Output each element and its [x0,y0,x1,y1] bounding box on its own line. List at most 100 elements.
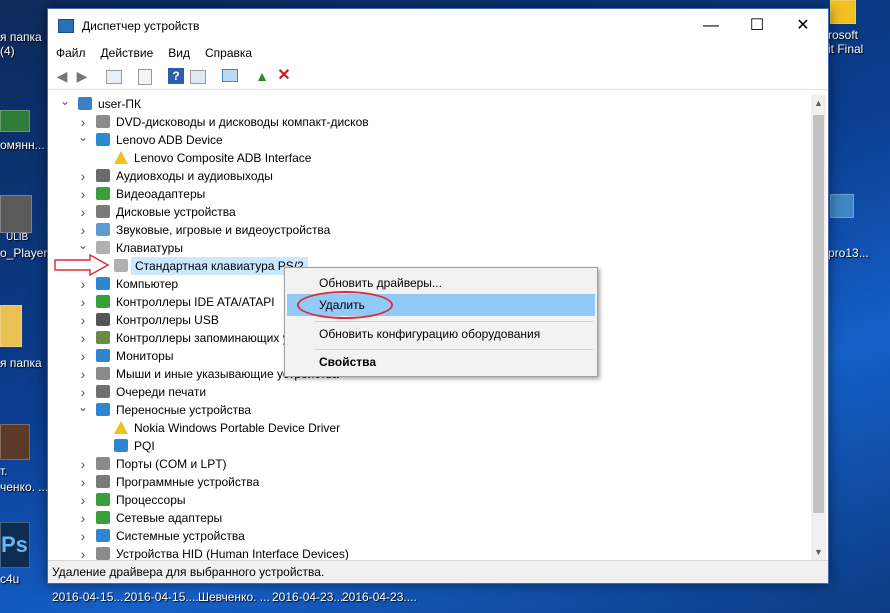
chevron-right-icon[interactable]: › [78,545,88,560]
tree-item[interactable]: ⌄ user-ПК [50,95,807,113]
desktop-label[interactable]: c4u [0,572,19,586]
chevron-right-icon[interactable]: › [78,509,88,527]
audio-icon [96,169,110,182]
desktop-icon[interactable] [830,194,854,218]
uninstall-icon[interactable]: ✕ [276,68,292,84]
display-adapter-icon [96,187,110,200]
chevron-right-icon[interactable]: › [78,329,88,347]
menu-item-scan-hardware[interactable]: Обновить конфигурацию оборудования [287,323,595,345]
tree-item[interactable]: › Устройства HID (Human Interface Devices… [50,545,807,560]
title-bar[interactable]: Диспетчер устройств — ☐ ✕ [48,9,828,43]
desktop-icon[interactable] [0,110,30,132]
desktop-label[interactable]: (4) [0,44,15,58]
desktop-label[interactable]: я папка [0,30,42,44]
desktop-label: ULIB [6,232,29,243]
tree-item[interactable]: › DVD-дисководы и дисководы компакт-диско… [50,113,807,131]
menu-action[interactable]: Действие [93,43,161,60]
tree-item[interactable]: › Видеоадаптеры [50,185,807,203]
taskbar-item[interactable]: 2016-04-23.... [342,590,417,604]
forward-icon[interactable]: ▶ [74,68,90,84]
tree-item[interactable]: › Сетевые адаптеры [50,509,807,527]
desktop-label[interactable]: rosoft [828,28,858,42]
chevron-right-icon[interactable]: › [78,455,88,473]
desktop-icon[interactable] [0,424,30,460]
device-manager-icon [58,19,74,33]
menu-file[interactable]: Файл [48,43,93,60]
menu-help[interactable]: Справка [197,43,259,60]
scroll-down-arrow[interactable]: ▼ [811,544,826,560]
tree-item[interactable]: › Дисковые устройства [50,203,807,221]
tree-item[interactable]: › Очереди печати [50,383,807,401]
menu-view[interactable]: Вид [160,43,197,60]
desktop-label[interactable]: pro13... [828,246,869,260]
desktop-label[interactable]: омянн... [0,138,45,152]
desktop-label[interactable]: т. [0,464,8,478]
tree-item-label: Порты (COM и LPT) [116,457,227,471]
tree-item-label: Видеоадаптеры [116,187,206,201]
chevron-right-icon[interactable]: › [78,311,88,329]
view-icon[interactable] [190,70,206,84]
tree-item[interactable]: PQI [50,437,807,455]
back-icon[interactable]: ◀ [54,68,70,84]
desktop-label[interactable]: ченко. ... [0,480,48,494]
tree-item-label: PQI [134,439,155,453]
chevron-right-icon[interactable]: › [78,167,88,185]
vertical-scrollbar[interactable]: ▲ ▼ [811,95,826,560]
scroll-up-arrow[interactable]: ▲ [811,95,826,111]
properties-icon[interactable] [106,70,122,84]
chevron-down-icon[interactable]: ⌄ [78,398,88,416]
chevron-right-icon[interactable]: › [78,275,88,293]
maximize-button[interactable]: ☐ [734,9,780,43]
menu-bar: Файл Действие Вид Справка [48,43,828,63]
desktop-label[interactable]: я папка [0,356,42,370]
desktop-label[interactable]: o_Player [0,246,47,260]
tree-item[interactable]: Lenovo Composite ADB Interface [50,149,807,167]
tree-item-label: Переносные устройства [116,403,252,417]
tree-item[interactable]: ⌄ Lenovo ADB Device [50,128,807,149]
tree-item[interactable]: ⌄ Клавиатуры [50,236,807,257]
chevron-down-icon[interactable]: ⌄ [78,236,88,254]
photoshop-icon[interactable]: Ps [0,522,30,568]
chevron-down-icon[interactable]: ⌄ [60,95,70,110]
tree-item-label: Стандартная клавиатура PS/2 [131,257,308,275]
taskbar-item[interactable]: Шевченко. ... [198,590,270,604]
tree-item[interactable]: Nokia Windows Portable Device Driver [50,419,807,437]
chevron-right-icon[interactable]: › [78,293,88,311]
chevron-right-icon[interactable]: › [78,473,88,491]
menu-separator [315,349,593,350]
help-icon[interactable]: ? [168,68,184,84]
chevron-right-icon[interactable]: › [78,527,88,545]
tree-item-label: Контроллеры USB [116,313,219,327]
tree-item[interactable]: › Аудиовходы и аудиовыходы [50,167,807,185]
chevron-right-icon[interactable]: › [78,185,88,203]
chevron-right-icon[interactable]: › [78,347,88,365]
taskbar-item[interactable]: 2016-04-23.... [272,590,347,604]
tree-item[interactable]: › Программные устройства [50,473,807,491]
driver-icon[interactable] [138,69,152,85]
scroll-thumb[interactable] [813,115,824,513]
desktop-label[interactable]: it Final [828,42,863,56]
cpu-icon [96,493,110,506]
chevron-down-icon[interactable]: ⌄ [78,128,88,146]
chevron-right-icon[interactable]: › [78,203,88,221]
tree-item[interactable]: ⌄ Переносные устройства [50,398,807,419]
chevron-right-icon[interactable]: › [78,491,88,509]
tree-item-label: user-ПК [98,97,141,111]
tree-item-label: Процессоры [116,493,186,507]
desktop-icon[interactable] [0,195,32,233]
minimize-button[interactable]: — [688,9,734,43]
tree-item[interactable]: › Процессоры [50,491,807,509]
taskbar-item[interactable]: 2016-04-15.... [52,590,127,604]
chevron-right-icon[interactable]: › [78,365,88,383]
shield-icon[interactable] [830,0,856,24]
folder-icon[interactable] [0,305,22,347]
add-driver-icon[interactable]: ▲ [254,68,270,84]
tree-item[interactable]: › Звуковые, игровые и видеоустройства [50,221,807,239]
menu-item-properties[interactable]: Свойства [287,351,595,373]
mouse-icon [96,367,110,380]
tree-item[interactable]: › Системные устройства [50,527,807,545]
close-button[interactable]: ✕ [780,9,826,43]
taskbar-item[interactable]: 2016-04-15.... [124,590,199,604]
scan-icon[interactable] [222,69,238,82]
tree-item[interactable]: › Порты (COM и LPT) [50,455,807,473]
